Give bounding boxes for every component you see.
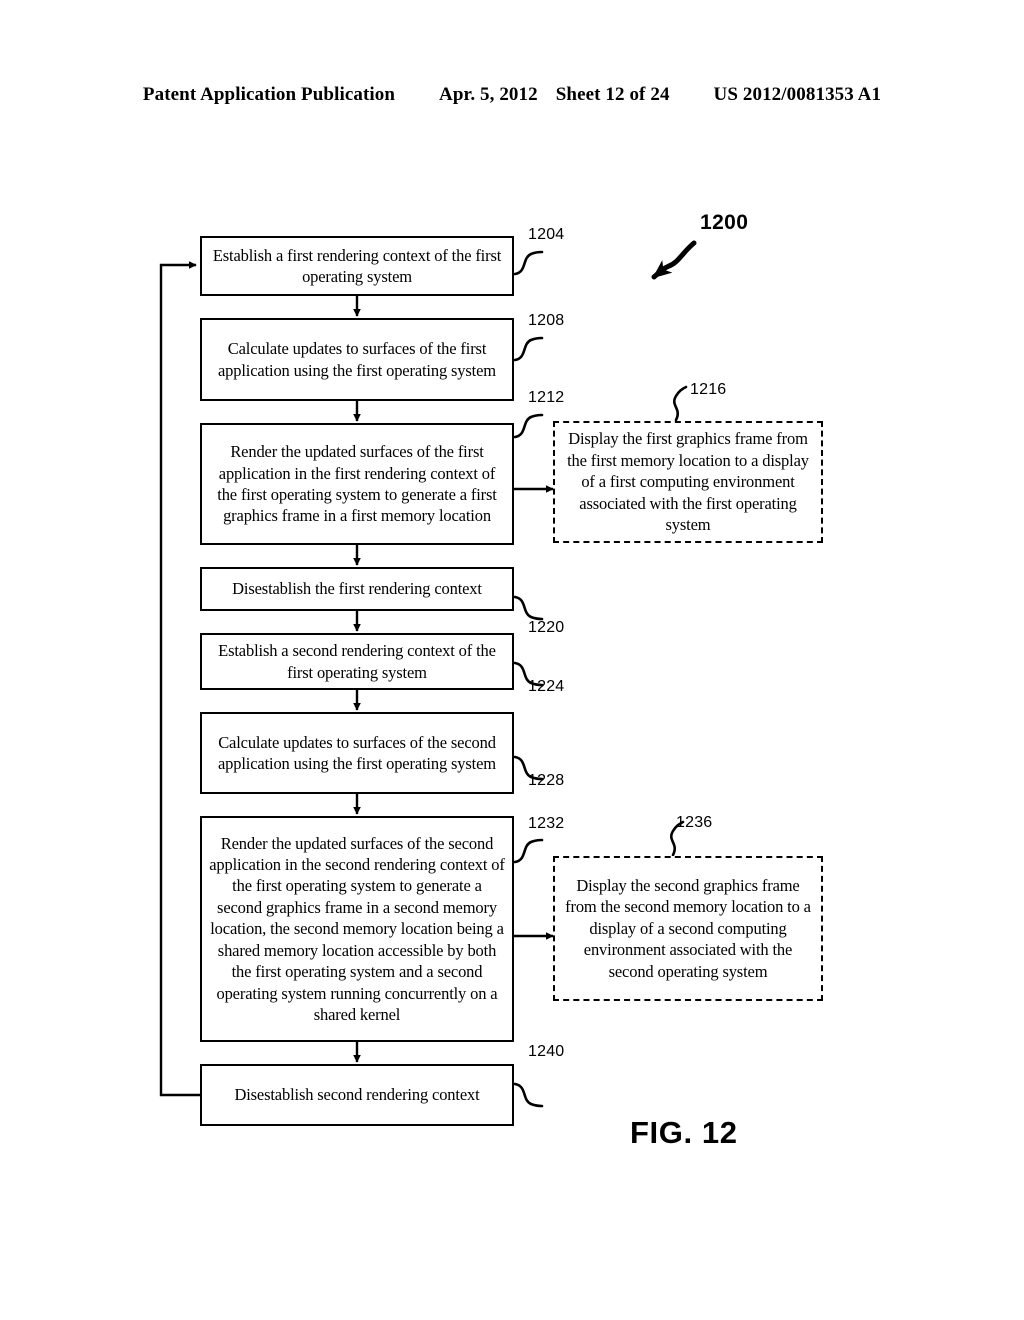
flow-node-1236-text: Display the second graphics frame from t… <box>565 875 811 981</box>
reference-numeral-1204: 1204 <box>528 226 565 243</box>
flow-node-1212[interactable]: Render the updated surfaces of the first… <box>200 423 514 545</box>
flow-node-1228[interactable]: Calculate updates to surfaces of the sec… <box>200 712 514 794</box>
flow-node-1232-text: Render the updated surfaces of the secon… <box>209 833 505 1025</box>
reference-numeral-1200: 1200 <box>700 211 749 234</box>
flow-node-1208[interactable]: Calculate updates to surfaces of the fir… <box>200 318 514 401</box>
figure-caption: FIG. 12 <box>630 1115 738 1150</box>
reference-numeral-1228: 1228 <box>528 772 565 789</box>
flow-node-1204-text: Establish a first rendering context of t… <box>212 245 502 286</box>
flow-node-1224[interactable]: Establish a second rendering context of … <box>200 633 514 690</box>
flow-node-1208-text: Calculate updates to surfaces of the fir… <box>218 339 496 380</box>
reference-numeral-1212: 1212 <box>528 389 565 406</box>
flow-node-1240-text: Disestablish second rendering context <box>234 1085 480 1105</box>
reference-numeral-1220: 1220 <box>528 619 565 636</box>
flow-node-1216[interactable]: Display the first graphics frame from th… <box>553 421 823 543</box>
reference-numeral-1224: 1224 <box>528 678 565 695</box>
reference-numeral-1232: 1232 <box>528 815 565 832</box>
flow-node-1220[interactable]: Disestablish the first rendering context <box>200 567 514 611</box>
flow-node-1240[interactable]: Disestablish second rendering context <box>200 1064 514 1126</box>
flow-node-1232[interactable]: Render the updated surfaces of the secon… <box>200 816 514 1042</box>
flow-node-1236[interactable]: Display the second graphics frame from t… <box>553 856 823 1001</box>
reference-numeral-1236: 1236 <box>676 814 713 831</box>
flow-node-1220-text: Disestablish the first rendering context <box>232 579 482 599</box>
reference-numeral-1240: 1240 <box>528 1043 565 1060</box>
reference-numeral-1208: 1208 <box>528 312 565 329</box>
flow-node-1212-text: Render the updated surfaces of the first… <box>217 442 497 526</box>
reference-numeral-1216: 1216 <box>690 381 727 398</box>
flow-node-1228-text: Calculate updates to surfaces of the sec… <box>218 732 496 773</box>
flow-node-1216-text: Display the first graphics frame from th… <box>567 429 809 535</box>
figure-12-flowchart: Establish a first rendering context of t… <box>0 0 1024 1320</box>
flow-node-1224-text: Establish a second rendering context of … <box>218 641 496 682</box>
flow-node-1204[interactable]: Establish a first rendering context of t… <box>200 236 514 296</box>
